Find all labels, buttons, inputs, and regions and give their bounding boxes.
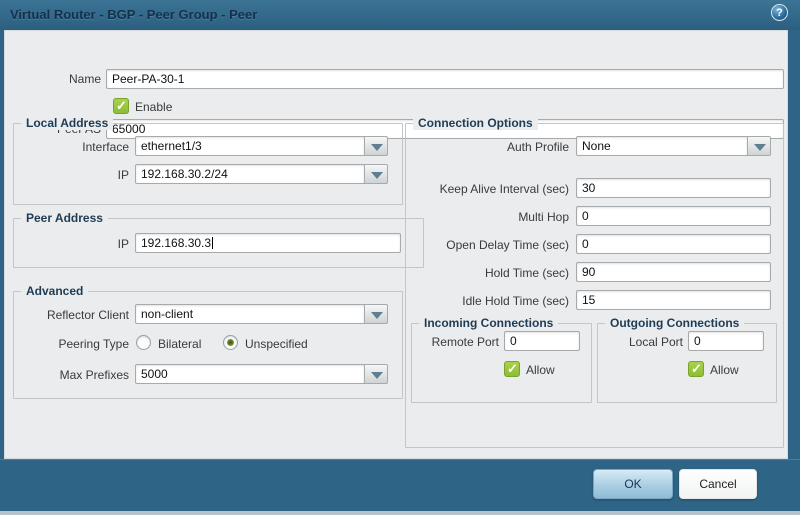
peering-type-radio-bilateral[interactable] (136, 335, 151, 350)
hold-time-input[interactable] (576, 262, 771, 282)
chevron-down-icon (371, 372, 383, 379)
chevron-down-icon (371, 144, 383, 151)
keep-alive-label: Keep Alive Interval (sec) (409, 182, 569, 196)
peering-type-bilateral-label: Bilateral (158, 337, 201, 351)
dialog-title: Virtual Router - BGP - Peer Group - Peer (10, 7, 257, 22)
remote-port-input[interactable] (504, 331, 580, 351)
enable-checkbox[interactable] (113, 98, 129, 114)
multi-hop-input[interactable] (576, 206, 771, 226)
ok-button[interactable]: OK (593, 469, 673, 499)
chevron-down-icon (754, 144, 766, 151)
name-input[interactable] (106, 69, 784, 89)
advanced-legend: Advanced (21, 284, 88, 298)
peering-type-unspecified-label: Unspecified (245, 337, 308, 351)
reflector-client-dropdown-button[interactable] (364, 304, 388, 324)
name-label: Name (31, 72, 101, 86)
outgoing-allow-checkbox[interactable] (688, 361, 704, 377)
remote-port-label: Remote Port (409, 335, 499, 349)
footer: OK Cancel (0, 459, 800, 511)
max-prefixes-label: Max Prefixes (19, 368, 129, 382)
auth-profile-dropdown-button[interactable] (747, 136, 771, 156)
connection-options-legend: Connection Options (413, 116, 538, 130)
chevron-down-icon (371, 172, 383, 179)
interface-dropdown-button[interactable] (364, 136, 388, 156)
keep-alive-input[interactable] (576, 178, 771, 198)
multi-hop-label: Multi Hop (409, 210, 569, 224)
interface-dropdown[interactable] (135, 136, 388, 156)
incoming-allow-label: Allow (526, 363, 555, 377)
auth-profile-value[interactable] (576, 136, 748, 156)
peering-type-label: Peering Type (19, 337, 129, 351)
max-prefixes-dropdown-button[interactable] (364, 364, 388, 384)
interface-value[interactable] (135, 136, 365, 156)
open-delay-input[interactable] (576, 234, 771, 254)
reflector-client-label: Reflector Client (19, 308, 129, 322)
local-ip-dropdown[interactable] (135, 164, 388, 184)
dialog-content: Name Enable Peer AS Local Address Interf… (4, 30, 788, 459)
outgoing-allow-label: Allow (710, 363, 739, 377)
local-ip-value[interactable] (135, 164, 365, 184)
dialog-bottom-shadow (0, 511, 800, 515)
peer-ip-value: 192.168.30.3 (141, 236, 211, 250)
local-port-label: Local Port (601, 335, 683, 349)
local-address-legend: Local Address (21, 116, 113, 130)
hold-time-label: Hold Time (sec) (409, 266, 569, 280)
text-caret (212, 237, 213, 249)
open-delay-label: Open Delay Time (sec) (409, 238, 569, 252)
chevron-down-icon (371, 312, 383, 319)
peer-address-legend: Peer Address (21, 211, 108, 225)
local-ip-dropdown-button[interactable] (364, 164, 388, 184)
interface-label: Interface (39, 140, 129, 154)
local-port-input[interactable] (688, 331, 764, 351)
peer-ip-label: IP (39, 237, 129, 251)
incoming-allow-checkbox[interactable] (504, 361, 520, 377)
max-prefixes-value[interactable] (135, 364, 365, 384)
local-ip-label: IP (39, 168, 129, 182)
enable-label: Enable (135, 100, 172, 114)
reflector-client-dropdown[interactable] (135, 304, 388, 324)
reflector-client-value[interactable] (135, 304, 365, 324)
bgp-peer-dialog: Virtual Router - BGP - Peer Group - Peer… (0, 0, 800, 515)
titlebar: Virtual Router - BGP - Peer Group - Peer… (0, 0, 800, 30)
auth-profile-label: Auth Profile (409, 140, 569, 154)
idle-hold-input[interactable] (576, 290, 771, 310)
peering-type-radio-unspecified[interactable] (223, 335, 238, 350)
auth-profile-dropdown[interactable] (576, 136, 771, 156)
incoming-connections-legend: Incoming Connections (419, 316, 558, 330)
outgoing-connections-legend: Outgoing Connections (605, 316, 744, 330)
max-prefixes-dropdown[interactable] (135, 364, 388, 384)
idle-hold-label: Idle Hold Time (sec) (409, 294, 569, 308)
peer-ip-input[interactable]: 192.168.30.3 (135, 233, 401, 253)
help-icon[interactable]: ? (771, 4, 788, 21)
cancel-button[interactable]: Cancel (679, 469, 757, 499)
